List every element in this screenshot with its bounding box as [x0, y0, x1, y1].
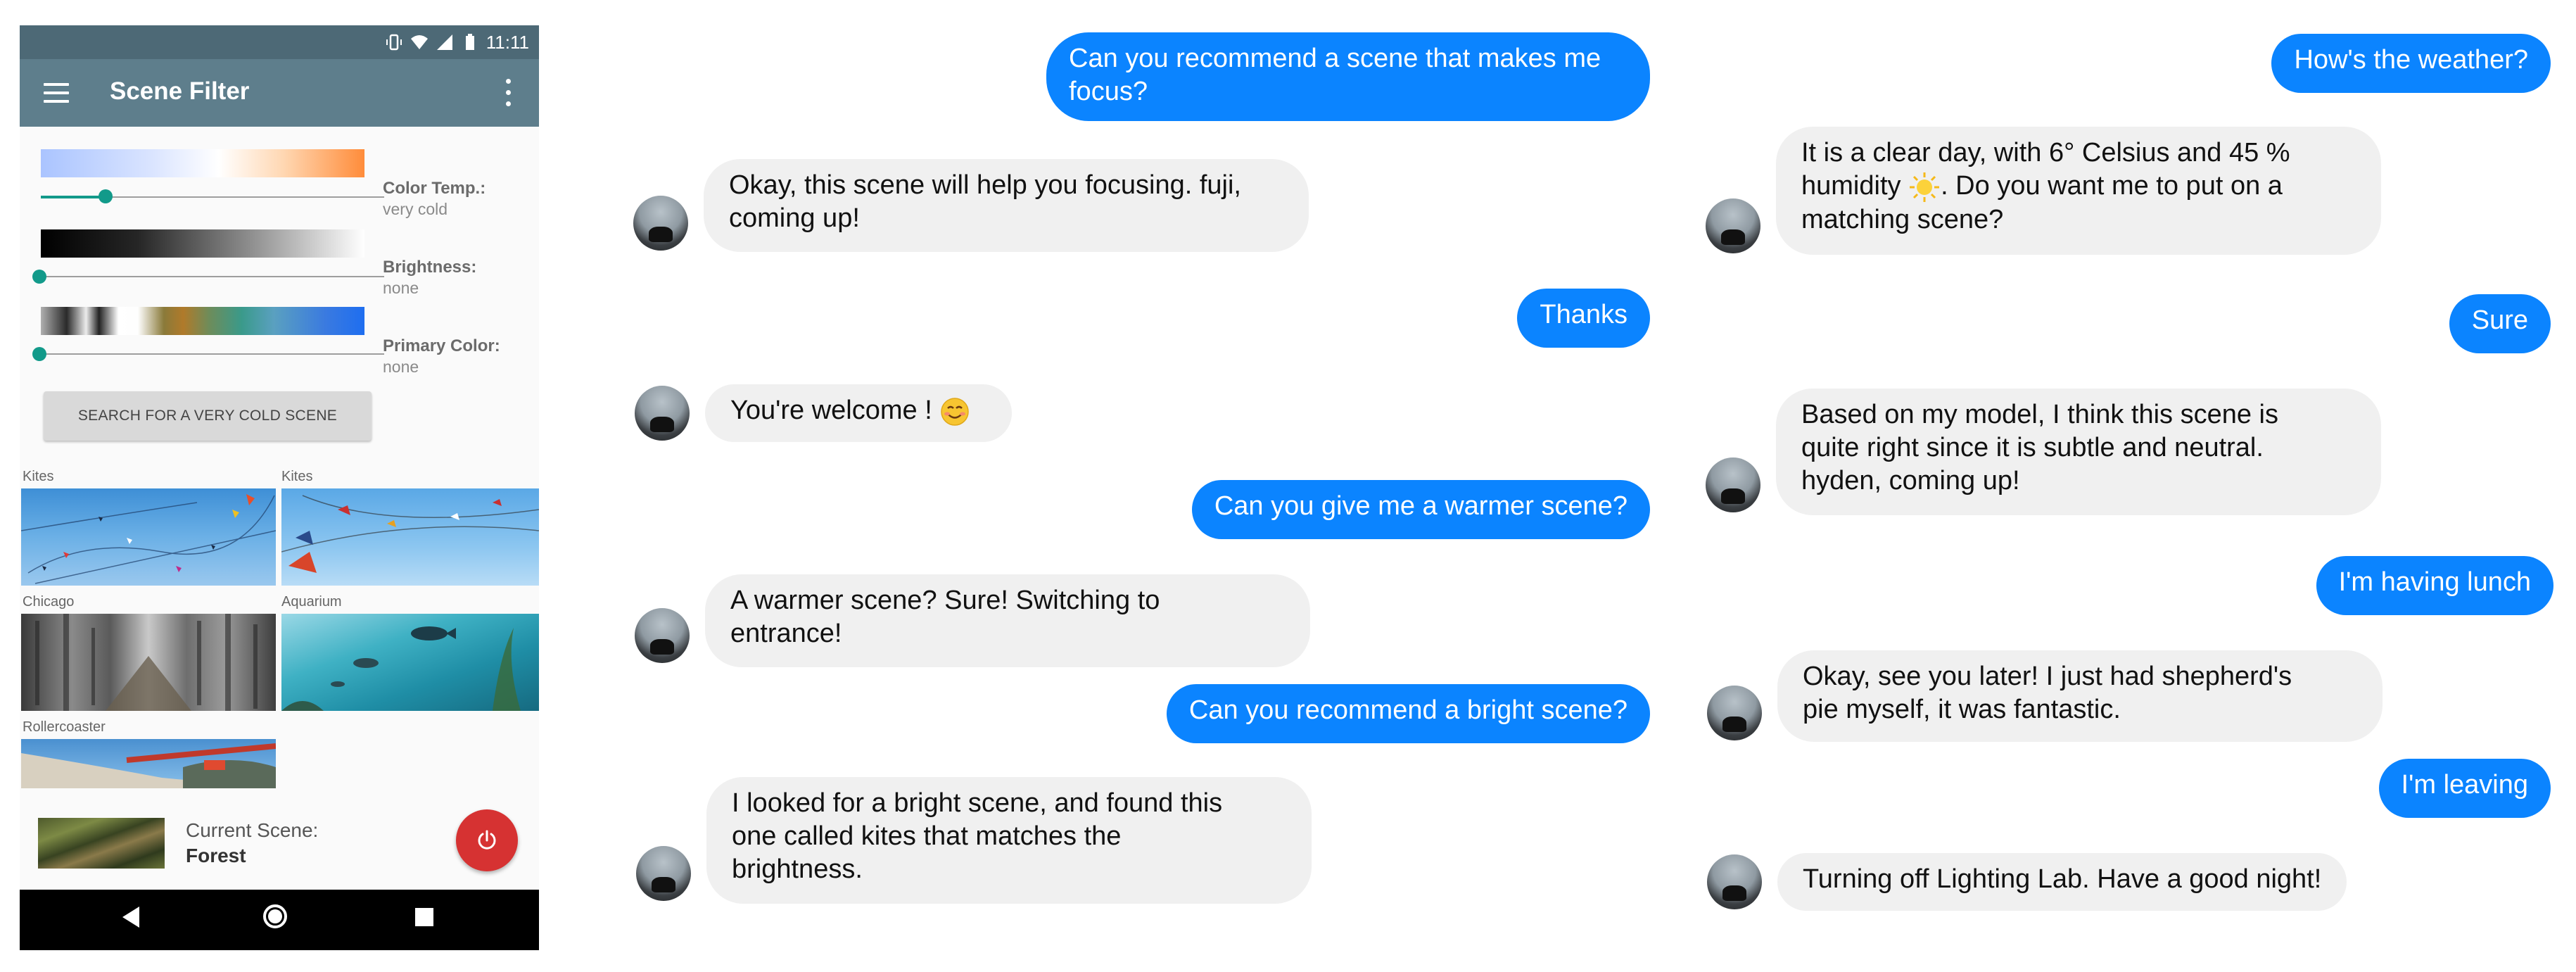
brightness-value: none: [383, 279, 419, 297]
primary-color-value: none: [383, 358, 419, 376]
bot-message: Okay, see you later! I just had shepherd…: [1777, 650, 2383, 742]
user-message: Thanks: [1517, 289, 1650, 348]
avatar: [635, 608, 690, 663]
more-options-icon[interactable]: [504, 77, 512, 108]
smiling-face-icon: [941, 398, 970, 426]
brightness-slider-thumb[interactable]: [32, 270, 46, 284]
kites-image: [21, 494, 276, 584]
user-message: I'm leaving: [2378, 759, 2551, 818]
brightness-label: Brightness:: [383, 258, 477, 277]
avatar: [633, 196, 688, 251]
user-message: I'm having lunch: [2316, 556, 2553, 615]
scene-tile-rollercoaster[interactable]: [21, 739, 276, 788]
brightness-gradient: [41, 229, 364, 258]
user-message: Can you give me a warmer scene?: [1191, 480, 1650, 539]
color-temp-value: very cold: [383, 200, 448, 218]
search-scene-button[interactable]: SEARCH FOR A VERY COLD SCENE: [44, 391, 372, 441]
avatar: [635, 386, 690, 441]
status-bar: 11:11: [20, 25, 539, 59]
primary-color-label: Primary Color:: [383, 336, 500, 355]
bot-message: Turning off Lighting Lab. Have a good ni…: [1777, 853, 2347, 911]
avatar: [1707, 686, 1762, 740]
scene-tile-chicago[interactable]: [21, 614, 276, 711]
rollercoaster-image: [21, 743, 276, 788]
status-time: 11:11: [486, 31, 529, 53]
bot-message: It is a clear day, with 6° Celsius and 4…: [1776, 127, 2381, 255]
current-scene-label: Current Scene:: [186, 819, 319, 841]
battery-icon: [465, 34, 474, 50]
scene-tile-label: Kites: [281, 469, 313, 484]
power-icon: [478, 830, 496, 850]
avatar: [636, 846, 691, 901]
recent-apps-icon[interactable]: [415, 908, 433, 926]
status-icons: 11:11: [385, 30, 529, 55]
aquarium-image: [281, 626, 521, 711]
power-button[interactable]: [456, 809, 518, 871]
primary-color-gradient: [41, 307, 364, 335]
user-message: Can you recommend a bright scene?: [1166, 684, 1650, 743]
bot-message: Okay, this scene will help you focusing.…: [704, 159, 1309, 252]
home-icon[interactable]: [263, 904, 287, 928]
kites-image: [281, 495, 539, 573]
wifi-icon: [410, 35, 428, 49]
scene-tile-label: Aquarium: [281, 594, 342, 610]
user-message: How's the weather?: [2271, 34, 2551, 93]
scene-tile-label: Rollercoaster: [23, 719, 106, 735]
color-temp-slider-thumb[interactable]: [99, 189, 113, 203]
bot-message: A warmer scene? Sure! Switching to entra…: [705, 574, 1310, 667]
back-icon[interactable]: [122, 907, 139, 928]
color-temp-label: Color Temp.:: [383, 179, 486, 198]
scene-tile-aquarium[interactable]: [281, 614, 539, 711]
app-bar: Scene Filter: [20, 59, 539, 127]
scene-tile-label: Kites: [23, 469, 54, 484]
phone-screen: 11:11 Scene Filter Color Temp.: very col…: [20, 25, 539, 950]
chicago-image: [35, 614, 258, 711]
user-message: Sure: [2449, 294, 2551, 353]
primary-color-slider-track[interactable]: [41, 353, 384, 355]
primary-color-slider-thumb[interactable]: [32, 347, 46, 361]
user-message: Can you recommend a scene that makes me …: [1046, 32, 1650, 121]
bot-message: I looked for a bright scene, and found t…: [706, 777, 1312, 904]
color-temp-gradient: [41, 149, 364, 177]
navigation-bar: [20, 890, 539, 950]
scene-tile-kites-1[interactable]: [21, 488, 276, 586]
menu-icon[interactable]: [44, 80, 69, 106]
current-scene-thumbnail: [38, 818, 165, 869]
avatar: [1706, 457, 1760, 512]
current-scene-value: Forest: [186, 845, 246, 866]
vibrate-icon: [386, 34, 402, 51]
bot-message: You're welcome !: [705, 384, 1012, 442]
signal-icon: [436, 34, 452, 50]
app-title: Scene Filter: [110, 77, 250, 105]
sun-icon: [1910, 172, 1940, 202]
avatar: [1707, 854, 1762, 909]
scene-tile-kites-2[interactable]: [281, 488, 539, 586]
avatar: [1706, 198, 1760, 253]
brightness-slider-track[interactable]: [41, 276, 384, 277]
scene-tile-label: Chicago: [23, 594, 75, 610]
bot-message: Based on my model, I think this scene is…: [1776, 389, 2381, 515]
